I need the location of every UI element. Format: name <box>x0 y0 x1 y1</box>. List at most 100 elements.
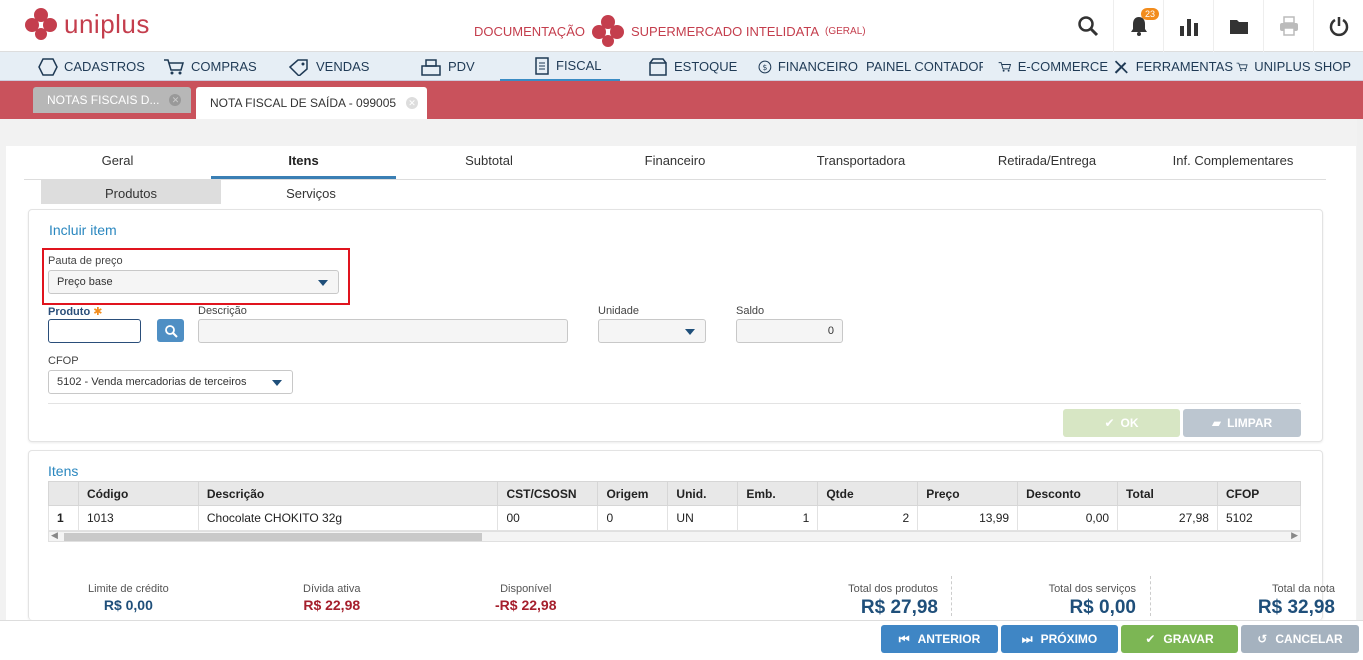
menu-painel-contador[interactable]: PAINEL CONTADOR <box>860 52 983 81</box>
summary-total-produtos: Total dos produtos R$ 27,98 <box>820 583 938 619</box>
cancelar-button[interactable]: ↺ CANCELAR <box>1241 625 1359 653</box>
cfop-label: CFOP <box>48 355 79 367</box>
search-button[interactable] <box>1063 0 1113 52</box>
search-icon <box>164 324 178 338</box>
context-label: DOCUMENTAÇÃO <box>474 23 585 39</box>
column-header[interactable]: Unid. <box>667 481 739 506</box>
menu-label: UNIPLUS SHOP <box>1254 59 1351 74</box>
logout-button[interactable] <box>1313 0 1363 52</box>
menu-label: FERRAMENTAS <box>1135 59 1233 74</box>
menu-ferramentas[interactable]: FERRAMENTAS <box>1113 52 1233 81</box>
menu-label: COMPRAS <box>191 59 257 74</box>
document-icon <box>535 56 549 75</box>
menu-financeiro[interactable]: $ FINANCEIRO <box>758 52 858 81</box>
gravar-button[interactable]: ✔ GRAVAR <box>1121 625 1238 653</box>
produto-input[interactable] <box>48 319 141 343</box>
column-header[interactable]: Código <box>77 481 199 506</box>
column-header[interactable]: Desconto <box>1017 481 1119 506</box>
incluir-item-title: Incluir item <box>49 222 117 238</box>
descricao-label: Descrição <box>198 305 247 317</box>
menu-compras[interactable]: COMPRAS <box>163 52 278 81</box>
saldo-field: 0 <box>736 319 843 343</box>
tab-inf-complementares[interactable]: Inf. Complementares <box>1140 146 1326 179</box>
column-header[interactable]: Descrição <box>197 481 499 506</box>
main-menu: CADASTROS COMPRAS VENDAS PDV FISCAL ESTO… <box>0 52 1363 81</box>
column-header[interactable]: Total <box>1117 481 1218 506</box>
total-produtos-label: Total dos produtos <box>848 583 938 595</box>
check-circle-icon: ✔ <box>1145 632 1156 646</box>
tab-itens[interactable]: Itens <box>211 146 396 179</box>
tab-retirada-entrega[interactable]: Retirada/Entrega <box>954 146 1140 179</box>
bar-chart-icon <box>1179 19 1198 36</box>
cancelar-label: CANCELAR <box>1275 632 1343 646</box>
subtab-servicos[interactable]: Serviços <box>221 180 401 204</box>
cell-row-number: 1 <box>48 505 79 531</box>
column-header[interactable]: CFOP <box>1216 481 1302 506</box>
disponivel-label: Disponível <box>500 583 552 595</box>
limpar-button[interactable]: ▰ LIMPAR <box>1183 409 1301 437</box>
cell-qtde: 2 <box>817 505 919 531</box>
cfop-select[interactable]: 5102 - Venda mercadorias de terceiros <box>48 370 293 394</box>
close-icon[interactable]: ✕ <box>406 97 419 109</box>
column-header[interactable]: Emb. <box>737 481 819 506</box>
tab-financeiro[interactable]: Financeiro <box>582 146 768 179</box>
cell-desconto: 0,00 <box>1017 505 1119 531</box>
column-header[interactable]: Preço <box>917 481 1019 506</box>
column-header[interactable]: Qtde <box>817 481 919 506</box>
chevron-down-icon <box>685 329 695 335</box>
menu-ecommerce[interactable]: E-COMMERCE <box>998 52 1108 81</box>
disponivel-value: -R$ 22,98 <box>495 597 557 613</box>
table-header-row: Código Descrição CST/CSOSN Origem Unid. … <box>48 481 1302 506</box>
summary-divider <box>1150 576 1151 616</box>
table-row[interactable]: 1 1013 Chocolate CHOKITO 32g 00 0 UN 1 2… <box>48 505 1302 531</box>
close-icon[interactable]: ✕ <box>169 94 182 106</box>
produto-label-text: Produto <box>48 306 91 318</box>
descricao-input[interactable] <box>198 319 568 343</box>
menu-estoque[interactable]: ESTOQUE <box>648 52 753 81</box>
doc-tab-notas-fiscais[interactable]: NOTAS FISCAIS D... ✕ <box>33 87 191 113</box>
scroll-left-icon[interactable]: ◀ <box>51 530 58 541</box>
reports-button[interactable] <box>1163 0 1213 52</box>
ok-button[interactable]: ✔ OK <box>1063 409 1180 437</box>
anterior-label: ANTERIOR <box>917 632 981 646</box>
tab-geral[interactable]: Geral <box>24 146 211 179</box>
svg-text:$: $ <box>762 62 767 71</box>
skip-back-icon: ⏮ <box>898 631 910 646</box>
menu-pdv[interactable]: PDV <box>420 52 500 81</box>
tab-subtotal[interactable]: Subtotal <box>396 146 582 179</box>
print-button[interactable] <box>1263 0 1313 52</box>
notifications-button[interactable]: 23 <box>1113 0 1163 52</box>
vertical-scrollbar[interactable] <box>1357 119 1363 620</box>
documents-button[interactable] <box>1213 0 1263 52</box>
proximo-button[interactable]: ⏭ PRÓXIMO <box>1001 625 1118 653</box>
menu-vendas[interactable]: VENDAS <box>288 52 398 81</box>
column-header[interactable]: Origem <box>597 481 669 506</box>
tab-transportadora[interactable]: Transportadora <box>768 146 954 179</box>
anterior-button[interactable]: ⏮ ANTERIOR <box>881 625 998 653</box>
section-tabs: Geral Itens Subtotal Financeiro Transpor… <box>24 146 1326 180</box>
unidade-select[interactable] <box>598 319 706 343</box>
horizontal-scrollbar[interactable]: ◀ ▶ <box>48 530 1301 542</box>
menu-fiscal[interactable]: FISCAL <box>500 52 620 81</box>
check-icon: ✔ <box>1104 416 1115 430</box>
produto-search-button[interactable] <box>157 319 184 342</box>
footer-bar: ⏮ ANTERIOR ⏭ PRÓXIMO ✔ GRAVAR ↺ CANCELAR <box>0 620 1363 660</box>
uniplus-flower-icon <box>591 15 624 47</box>
highlight-box <box>42 248 350 305</box>
menu-uniplus-shop[interactable]: UNIPLUS SHOP <box>1236 52 1351 81</box>
box-icon <box>649 57 667 76</box>
column-header[interactable]: CST/CSOSN <box>497 481 599 506</box>
top-bar: uniplus DOCUMENTAÇÃO SUPERMERCADO INTELI… <box>0 0 1363 52</box>
unidade-label: Unidade <box>598 305 639 317</box>
subtab-produtos[interactable]: Produtos <box>41 180 221 204</box>
scrollbar-thumb[interactable] <box>64 533 482 541</box>
cell-preco: 13,99 <box>917 505 1019 531</box>
doc-tab-nota-saida[interactable]: NOTA FISCAL DE SAÍDA - 099005 ✕ <box>196 87 427 119</box>
total-servicos-value: R$ 0,00 <box>1069 597 1136 618</box>
total-nota-value: R$ 32,98 <box>1257 597 1335 618</box>
summary-total-servicos: Total dos serviços R$ 0,00 <box>1018 583 1136 619</box>
menu-cadastros[interactable]: CADASTROS <box>38 52 158 81</box>
top-toolbar: 23 <box>1063 0 1363 52</box>
uniplus-logo[interactable]: uniplus <box>24 7 150 41</box>
scroll-right-icon[interactable]: ▶ <box>1291 530 1298 541</box>
